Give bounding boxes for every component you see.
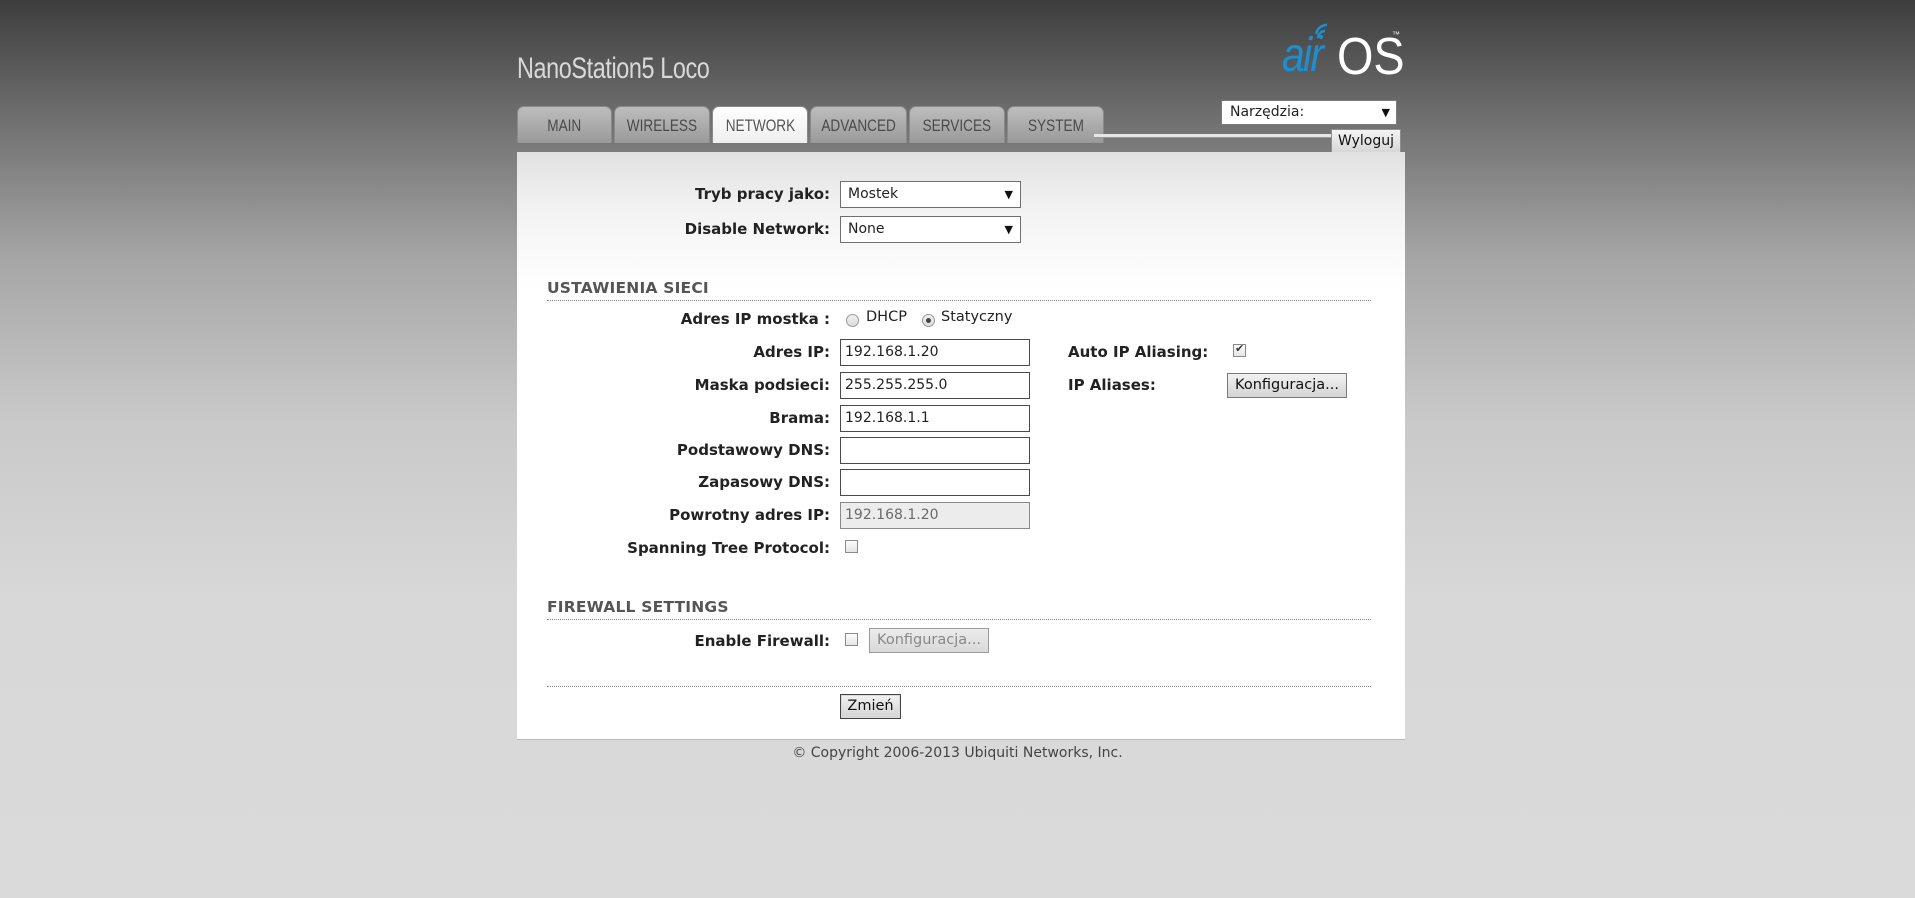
secondary-dns-input[interactable] bbox=[840, 469, 1030, 496]
firewall-section-divider bbox=[547, 619, 1371, 620]
mode-select[interactable]: Mostek ▼ bbox=[840, 181, 1021, 208]
chevron-down-icon: ▼ bbox=[1004, 223, 1013, 236]
chevron-down-icon: ▼ bbox=[1381, 106, 1390, 119]
tab-system[interactable]: SYSTEM bbox=[1007, 106, 1104, 143]
airos-logo: air OS ™ bbox=[1282, 20, 1406, 88]
tab-network[interactable]: NETWORK bbox=[712, 106, 808, 144]
gateway-label: Brama: bbox=[769, 409, 830, 427]
ip-aliases-config-button[interactable]: Konfiguracja... bbox=[1227, 373, 1347, 398]
disable-network-select-value: None bbox=[848, 221, 885, 237]
stp-checkbox[interactable] bbox=[845, 540, 858, 553]
primary-dns-label: Podstawowy DNS: bbox=[676, 441, 830, 459]
static-radio-label: Statyczny bbox=[941, 309, 1013, 325]
primary-dns-input[interactable] bbox=[840, 437, 1030, 464]
tab-services[interactable]: SERVICES bbox=[909, 106, 1005, 143]
logo-tm-text: ™ bbox=[1392, 30, 1400, 39]
ip-address-input[interactable]: 192.168.1.20 bbox=[840, 339, 1030, 366]
tools-dropdown-value: Narzędzia: bbox=[1230, 104, 1305, 120]
static-radio[interactable] bbox=[922, 314, 935, 327]
copyright-text: © Copyright 2006-2013 Ubiquiti Networks,… bbox=[792, 745, 1123, 761]
ip-mode-label: Adres IP mostka : bbox=[680, 310, 830, 328]
disable-network-label: Disable Network: bbox=[684, 220, 830, 238]
ip-address-label: Adres IP: bbox=[753, 343, 830, 361]
fallback-ip-input: 192.168.1.20 bbox=[840, 502, 1030, 529]
tab-rail bbox=[1094, 134, 1334, 138]
gateway-input[interactable]: 192.168.1.1 bbox=[840, 405, 1030, 432]
logo-air-text: air bbox=[1282, 29, 1324, 82]
apply-button[interactable]: Zmień bbox=[840, 694, 901, 719]
firewall-section-title: FIREWALL SETTINGS bbox=[547, 598, 729, 616]
netmask-label: Maska podsieci: bbox=[694, 376, 830, 394]
auto-ip-aliasing-label: Auto IP Aliasing: bbox=[1068, 343, 1209, 361]
secondary-dns-label: Zapasowy DNS: bbox=[698, 473, 830, 491]
logout-button[interactable]: Wyloguj bbox=[1331, 129, 1401, 153]
tab-advanced[interactable]: ADVANCED bbox=[810, 106, 907, 143]
mode-label: Tryb pracy jako: bbox=[694, 185, 830, 203]
network-section-divider bbox=[547, 300, 1371, 301]
enable-firewall-label: Enable Firewall: bbox=[694, 632, 830, 650]
tools-dropdown[interactable]: Narzędzia: ▼ bbox=[1221, 100, 1397, 125]
main-tabs: MAIN WIRELESS NETWORK ADVANCED SERVICES … bbox=[517, 106, 1106, 144]
tab-wireless[interactable]: WIRELESS bbox=[614, 106, 710, 143]
ip-aliases-label: IP Aliases: bbox=[1068, 376, 1156, 394]
mode-select-value: Mostek bbox=[848, 186, 899, 202]
auto-ip-aliasing-checkbox[interactable] bbox=[1233, 342, 1246, 357]
submit-divider bbox=[547, 686, 1371, 687]
device-name: NanoStation5 Loco bbox=[517, 52, 710, 85]
stp-label: Spanning Tree Protocol: bbox=[627, 539, 830, 557]
disable-network-select[interactable]: None ▼ bbox=[840, 216, 1021, 243]
dhcp-radio-label: DHCP bbox=[866, 309, 907, 325]
chevron-down-icon: ▼ bbox=[1004, 188, 1013, 201]
tab-main[interactable]: MAIN bbox=[517, 106, 612, 143]
network-section-title: USTAWIENIA SIECI bbox=[547, 279, 709, 297]
netmask-input[interactable]: 255.255.255.0 bbox=[840, 372, 1030, 399]
enable-firewall-checkbox[interactable] bbox=[845, 633, 858, 646]
tab-underline bbox=[517, 143, 1094, 144]
fallback-ip-label: Powrotny adres IP: bbox=[669, 506, 830, 524]
firewall-config-button: Konfiguracja... bbox=[869, 628, 989, 653]
dhcp-radio[interactable] bbox=[846, 314, 859, 327]
